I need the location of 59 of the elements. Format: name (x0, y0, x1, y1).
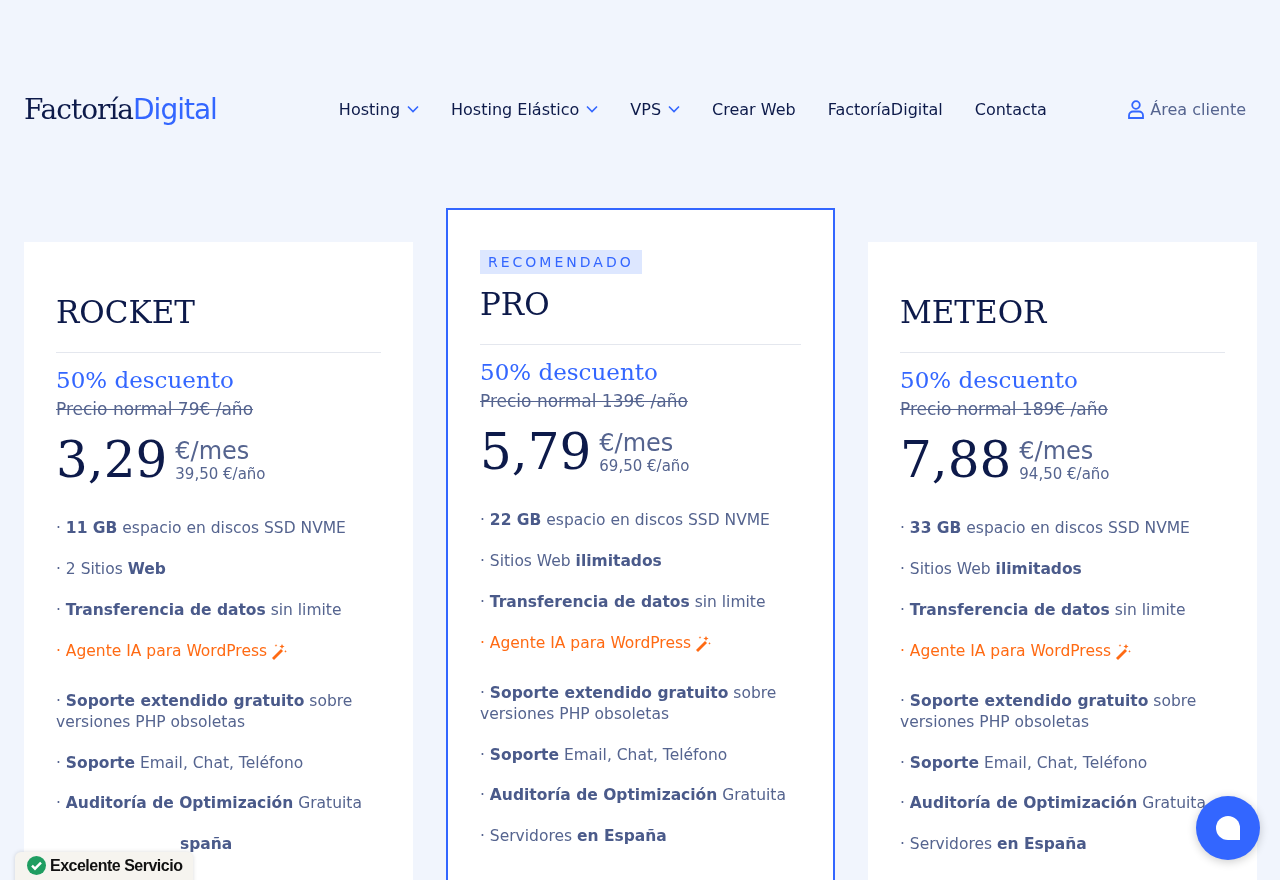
price: 5,79 (480, 425, 592, 480)
feature-text: · Soporte Email, Chat, Teléfono (480, 745, 728, 764)
recommended-badge: RECOMENDADO (480, 250, 642, 274)
feature-text: · 2 Sitios Web (56, 559, 166, 578)
discount-text: 50% descuento (56, 367, 235, 393)
yearly-price: 69,50 €/año (599, 457, 690, 475)
plan-name: PRO (480, 286, 551, 322)
account-link[interactable]: Área cliente (1128, 99, 1246, 119)
feature-text: · 11 GB espacio en discos SSD NVME (56, 519, 346, 537)
feature-text: · Servidores en España (480, 827, 667, 846)
normal-price: Precio normal 189€ /año (900, 399, 1109, 419)
nav-link[interactable]: FactoríaDigital (827, 99, 943, 119)
yearly-price: 94,50 €/año (1019, 465, 1110, 483)
trust-badge[interactable]: Excelente Servicio (15, 852, 194, 880)
feature-text: · Auditoría de Optimización Gratuita (900, 794, 1206, 813)
price-unit: €/mes (175, 437, 251, 465)
feature-text: · Soporte Email, Chat, Teléfono (56, 753, 304, 772)
feature-text: · Soporte extendido gratuito sobre versiones PHP obsoletas (480, 683, 777, 723)
site-logo[interactable]: FactoríaDigital (24, 92, 217, 126)
badge-text: Excelente Servicio (50, 856, 183, 875)
feature-text: spaña (180, 835, 233, 854)
feature-text: · Sitios Web ilimitados (480, 551, 662, 570)
plan-name: ROCKET (56, 294, 196, 330)
feature-text: · Agente IA para WordPress (900, 640, 1112, 662)
normal-price: Precio normal 139€ /año (480, 391, 689, 411)
price-unit: €/mes (599, 429, 675, 457)
feature-text: · Auditoría de Optimización Gratuita (480, 786, 786, 805)
feature-text: · Agente IA para WordPress (480, 632, 692, 654)
check-circle-icon (27, 856, 46, 875)
feature-text: · Soporte extendido gratuito sobre versiones PHP obsoletas (900, 691, 1197, 731)
discount-text: 50% descuento (900, 367, 1079, 393)
nav-link[interactable]: Hosting (338, 99, 420, 119)
feature-text: · Transferencia de datos sin limite (480, 592, 766, 611)
nav-link[interactable]: Contacta (974, 99, 1047, 119)
feature-text: · 22 GB espacio en discos SSD NVME (480, 511, 770, 529)
price: 3,29 (56, 433, 168, 488)
yearly-price: 39,50 €/año (175, 465, 266, 483)
chat-bubble-icon (1216, 816, 1240, 840)
nav-link[interactable]: VPS (630, 99, 681, 119)
feature-text: · Transferencia de datos sin limite (56, 600, 342, 619)
price: 7,88 (900, 433, 1012, 488)
feature-text: · Transferencia de datos sin limite (900, 600, 1186, 619)
feature-text: · Soporte Email, Chat, Teléfono (900, 753, 1148, 772)
price-unit: €/mes (1019, 437, 1095, 465)
feature-text: · Auditoría de Optimización Gratuita (56, 794, 362, 813)
feature-text: · Soporte extendido gratuito sobre versiones PHP obsoletas (56, 691, 353, 731)
feature-text: · Agente IA para WordPress (56, 640, 268, 662)
user-icon (1128, 99, 1145, 119)
normal-price: Precio normal 79€ /año (56, 399, 255, 419)
feature-text: · Sitios Web ilimitados (900, 559, 1082, 578)
feature-text: · 33 GB espacio en discos SSD NVME (900, 519, 1190, 537)
discount-text: 50% descuento (480, 359, 659, 385)
magic-wand-icon (270, 642, 288, 660)
magic-wand-icon (1114, 642, 1132, 660)
feature-text: · Servidores en España (900, 835, 1087, 854)
plan-name: METEOR (900, 294, 1048, 330)
magic-wand-icon (694, 634, 712, 652)
nav-link[interactable]: Hosting Elástico (451, 99, 599, 119)
nav-link[interactable]: Crear Web (712, 99, 796, 119)
